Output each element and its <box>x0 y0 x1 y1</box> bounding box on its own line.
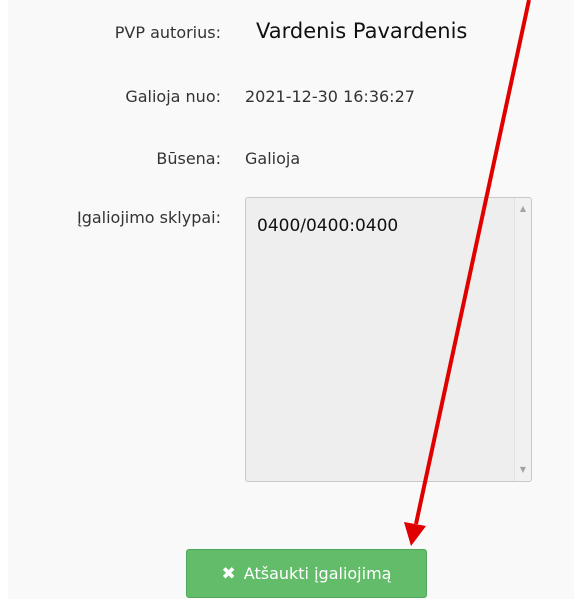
arrow-head <box>404 522 426 546</box>
arrow-shaft <box>414 0 531 525</box>
annotation-arrow <box>404 0 531 546</box>
